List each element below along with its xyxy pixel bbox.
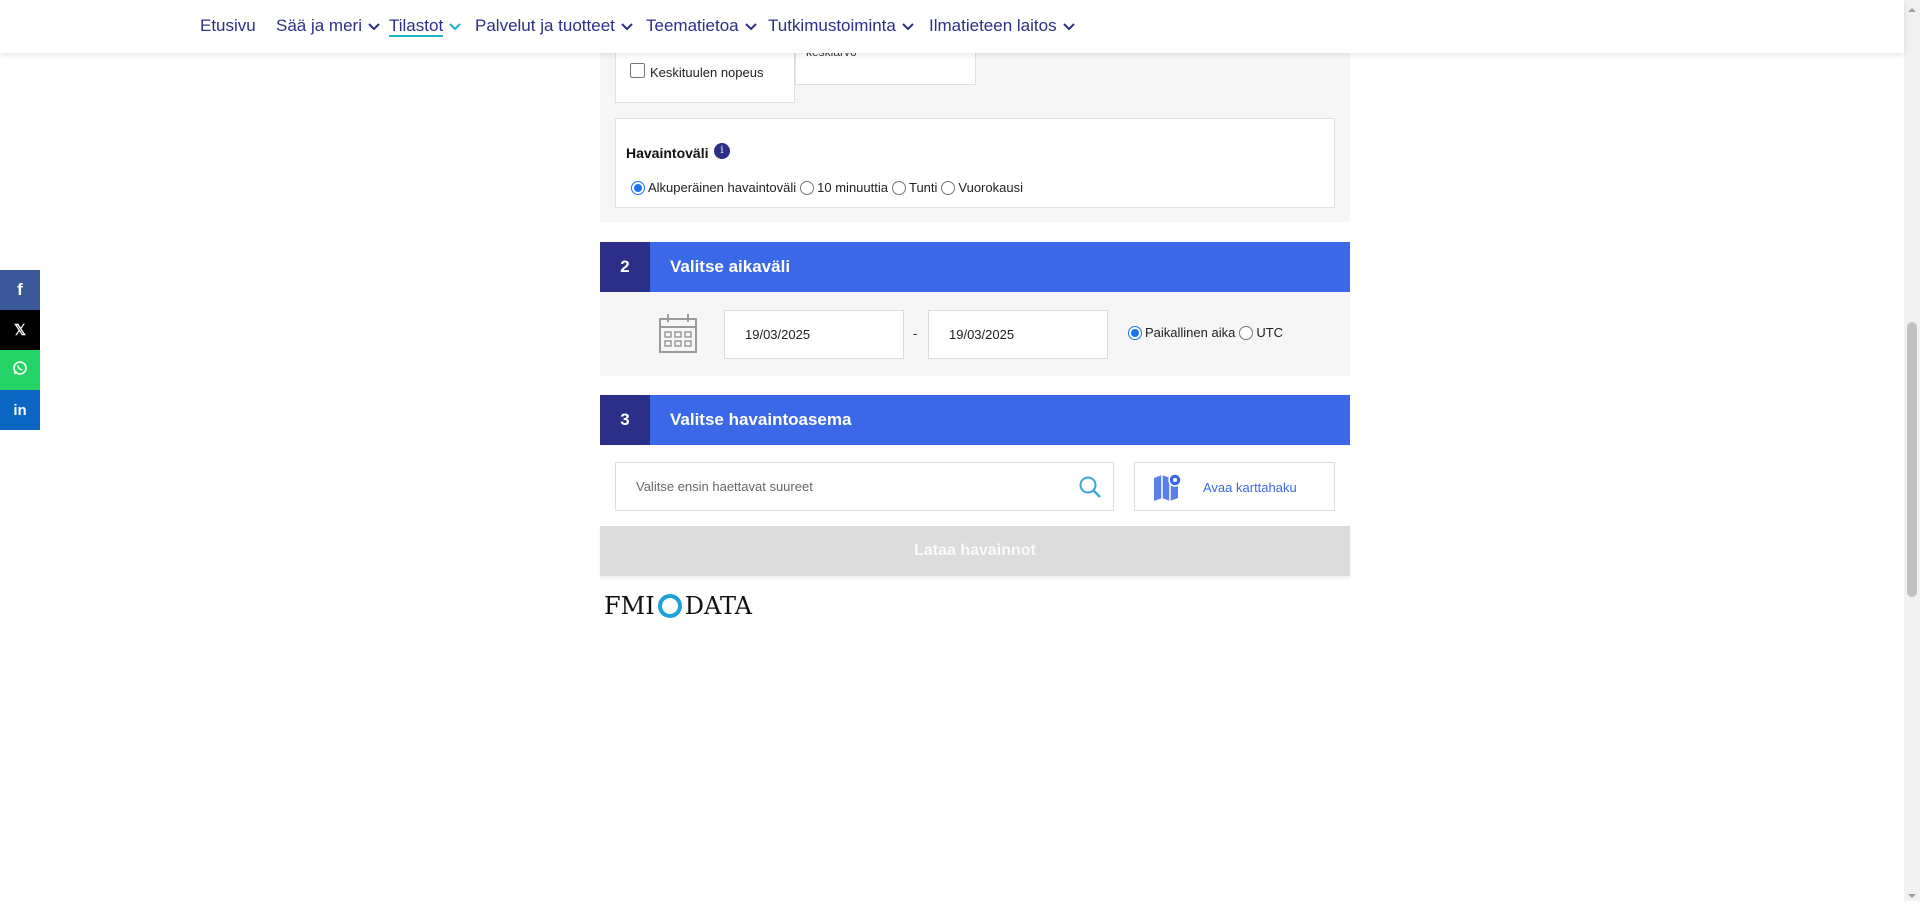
nav-item-etusivu[interactable]: Etusivu	[200, 14, 256, 38]
nav-item-label: Ilmatieteen laitos	[929, 16, 1057, 35]
section-number: 3	[600, 395, 650, 445]
section-number: 2	[600, 242, 650, 292]
nav-item-teematietoa[interactable]: Teematietoa	[646, 14, 757, 38]
radio-label: Tunti	[908, 180, 938, 195]
chevron-down-icon	[449, 22, 461, 31]
info-icon[interactable]: i	[714, 143, 730, 159]
fmi-data-logo: FMI DATA	[604, 592, 752, 620]
nav-item-label: Etusivu	[200, 16, 256, 35]
interval-title: Havaintoväli	[626, 145, 709, 161]
interval-box: Havaintoväli i Alkuperäinen havaintoväli…	[615, 118, 1335, 208]
station-search-input[interactable]: Valitse ensin haettavat suureet	[615, 462, 1114, 511]
interval-radio-10min[interactable]	[800, 180, 815, 195]
chevron-down-icon	[744, 22, 757, 31]
timezone-options: Paikallinen aika UTC	[1128, 325, 1287, 340]
section-title: Valitse havaintoasema	[670, 410, 852, 429]
x-icon: 𝕏	[13, 322, 27, 339]
map-button-label: Avaa karttahaku	[1203, 480, 1297, 495]
nav-item-tutkimustoiminta[interactable]: Tutkimustoiminta	[768, 14, 914, 38]
section-3-header: 3 Valitse havaintoasema	[600, 395, 1350, 445]
section-2-header: 2 Valitse aikaväli	[600, 242, 1350, 292]
nav-item-label: Palvelut ja tuotteet	[475, 16, 615, 35]
interval-radio-day[interactable]	[941, 180, 956, 195]
measurement-checkbox-box: Keskituulen nopeus	[615, 53, 795, 103]
download-observations-button[interactable]: Lataa havainnot	[600, 526, 1350, 576]
nav-item-saa-ja-meri[interactable]: Sää ja meri	[276, 14, 380, 38]
checkbox-label: Keskituulen nopeus	[650, 65, 764, 80]
chevron-down-icon	[621, 22, 633, 31]
logo-text-right: DATA	[684, 592, 753, 620]
chevron-down-icon	[368, 22, 380, 31]
nav-item-label: Tilastot	[389, 16, 444, 37]
nav-item-label: Teematietoa	[646, 16, 739, 35]
facebook-icon: f	[17, 280, 23, 299]
logo-circle-icon	[657, 594, 682, 618]
radio-label: 10 minuuttia	[817, 180, 888, 195]
whatsapp-icon	[12, 360, 28, 381]
date-separator: -	[913, 326, 918, 341]
radio-label: Vuorokausi	[958, 180, 1023, 195]
whatsapp-share-button[interactable]	[0, 350, 40, 390]
logo-text-left: FMI	[604, 592, 655, 620]
section-title: Valitse aikaväli	[670, 257, 791, 276]
nav-item-ilmatieteen-laitos[interactable]: Ilmatieteen laitos	[929, 14, 1075, 38]
linkedin-share-button[interactable]: in	[0, 390, 40, 430]
radio-label: UTC	[1256, 325, 1284, 340]
facebook-share-button[interactable]: f	[0, 270, 40, 310]
calendar-icon[interactable]	[659, 313, 697, 353]
chevron-down-icon	[1062, 22, 1075, 31]
search-icon[interactable]	[1078, 475, 1102, 499]
timezone-radio-local[interactable]	[1128, 325, 1142, 340]
timezone-radio-utc[interactable]	[1239, 325, 1254, 340]
interval-radio-original[interactable]	[631, 180, 645, 195]
nav-item-tilastot[interactable]: Tilastot	[389, 14, 461, 38]
map-icon	[1153, 472, 1183, 502]
scroll-down-arrow-icon[interactable]	[1907, 888, 1917, 898]
scroll-up-arrow-icon[interactable]	[1907, 2, 1917, 12]
nav-item-label: Tutkimustoiminta	[768, 16, 896, 35]
start-date-input[interactable]: 19/03/2025	[724, 310, 904, 359]
top-navigation: Etusivu Sää ja meri Tilastot Palvelut ja…	[0, 0, 1904, 53]
radio-label: Paikallinen aika	[1145, 325, 1236, 340]
end-date-input[interactable]: 19/03/2025	[928, 310, 1108, 359]
nav-item-label: Sää ja meri	[276, 16, 362, 35]
radio-label: Alkuperäinen havaintoväli	[648, 180, 797, 195]
scrollbar-thumb[interactable]	[1907, 322, 1917, 597]
open-map-search-button[interactable]: Avaa karttahaku	[1134, 462, 1335, 511]
interval-radio-hour[interactable]	[891, 180, 906, 195]
interval-options: Alkuperäinen havaintoväli 10 minuuttia T…	[631, 180, 1027, 195]
x-share-button[interactable]: 𝕏	[0, 310, 40, 350]
chevron-down-icon	[902, 22, 914, 31]
linkedin-icon: in	[13, 401, 27, 419]
keskituulen-nopeus-checkbox[interactable]	[630, 63, 645, 78]
search-placeholder: Valitse ensin haettavat suureet	[636, 479, 813, 494]
nav-item-palvelut-ja-tuotteet[interactable]: Palvelut ja tuotteet	[475, 14, 633, 38]
aggregate-option-box: keskiarvo	[795, 45, 976, 85]
